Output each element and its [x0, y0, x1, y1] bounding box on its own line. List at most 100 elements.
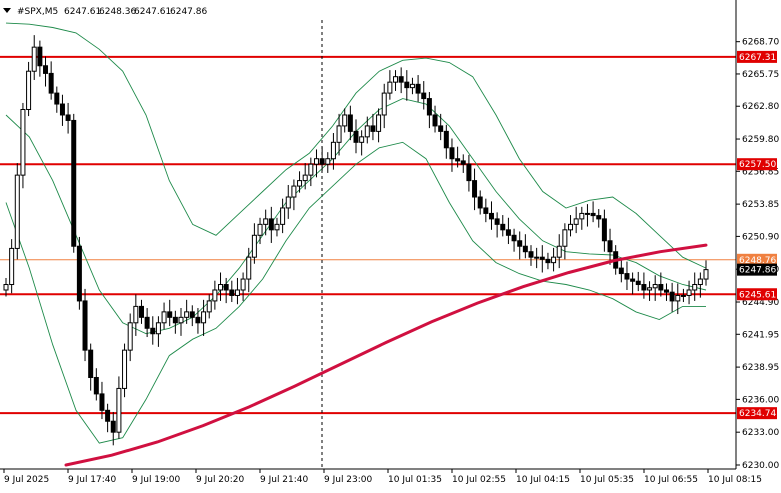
x-tick-label: 9 Jul 17:40	[68, 475, 117, 485]
candle-body	[138, 305, 144, 318]
candle-body	[590, 212, 596, 217]
candle-body	[246, 256, 252, 280]
candle-body	[257, 223, 263, 236]
candle-body	[54, 92, 60, 105]
candle-body	[189, 311, 195, 318]
x-tick-label: 9 Jul 21:40	[260, 475, 309, 485]
candle-body	[9, 247, 15, 286]
candle-body	[663, 289, 669, 293]
candle-body	[404, 81, 410, 89]
candle-body	[675, 294, 681, 302]
candle-body	[184, 311, 190, 318]
candle-body	[218, 284, 224, 291]
candle-body	[376, 114, 382, 132]
candle-body	[697, 278, 703, 286]
candle-body	[195, 316, 201, 324]
candle-body	[488, 212, 494, 220]
candle-body	[596, 215, 602, 220]
ohlc-high: 6248.36	[99, 7, 136, 17]
candle-body	[421, 92, 427, 100]
candle-body	[20, 109, 26, 176]
candle-body	[658, 284, 664, 291]
symbol-label: #SPX,M5	[17, 7, 58, 17]
candle-body	[274, 223, 280, 231]
candle-body	[178, 316, 184, 324]
candle-body	[65, 114, 71, 121]
candle-body	[528, 251, 534, 258]
candle-body	[551, 256, 557, 264]
candle-body	[167, 311, 173, 318]
x-tick-label: 10 Jul 08:15	[708, 475, 762, 485]
candle-body	[545, 258, 551, 264]
candle-body	[37, 46, 43, 67]
bb-lower-line	[5, 141, 706, 444]
candle-body	[291, 185, 297, 198]
candle-body	[517, 240, 523, 247]
candle-body	[703, 269, 709, 280]
symbol-dropdown-icon[interactable]	[3, 8, 11, 13]
y-tick-label: 6268.70	[742, 38, 779, 48]
candle-body	[387, 81, 393, 94]
candle-body	[302, 174, 308, 182]
candle-body	[579, 212, 585, 220]
candle-body	[393, 76, 399, 83]
candle-body	[229, 289, 235, 296]
candle-body	[133, 305, 139, 324]
candle-body	[319, 158, 325, 165]
candle-body	[206, 300, 212, 313]
candle-body	[3, 284, 9, 291]
candle-body	[155, 322, 161, 335]
x-tick-label: 10 Jul 01:35	[388, 475, 442, 485]
ohlc-open: 6247.61	[64, 7, 101, 17]
candle-body	[161, 311, 167, 324]
candle-body	[624, 273, 630, 280]
candle-body	[472, 180, 478, 198]
candle-body	[26, 70, 32, 111]
candle-body	[466, 163, 472, 182]
candle-body	[336, 125, 342, 143]
candle-body	[240, 278, 246, 291]
ema-line	[64, 243, 708, 467]
candle-body	[127, 322, 133, 351]
y-tick-label: 6265.75	[742, 70, 779, 80]
candle-body	[534, 256, 540, 259]
x-tick-label: 10 Jul 05:35	[580, 475, 634, 485]
x-tick-label: 10 Jul 04:15	[516, 475, 570, 485]
candle-body	[223, 284, 229, 291]
level-tag-label: 6245.61	[739, 290, 776, 300]
candle-body	[14, 174, 20, 249]
y-tick-label: 6230.00	[742, 461, 779, 471]
candle-body	[477, 196, 483, 209]
candle-body	[618, 267, 624, 275]
price-chart[interactable]: 6268.70 6265.75 6262.80 6259.80 6256.85 6253.…	[0, 0, 781, 489]
candle-body	[443, 130, 449, 149]
current-price-label: 6247.86	[739, 266, 776, 276]
candle-body	[59, 103, 65, 116]
candle-body	[43, 65, 49, 74]
candle-body	[364, 125, 370, 138]
x-tick-label: 10 Jul 02:55	[452, 475, 506, 485]
candle-body	[483, 207, 489, 214]
level-tag-label: 6234.74	[739, 409, 776, 419]
candle-body	[234, 289, 240, 296]
candle-body	[370, 125, 376, 132]
y-tick-label: 6253.85	[742, 200, 779, 210]
candle-body	[522, 245, 528, 253]
y-tick-label: 6238.95	[742, 363, 779, 373]
candle-body	[539, 256, 545, 260]
y-tick-label: 6259.80	[742, 135, 779, 145]
candle-body	[426, 98, 432, 116]
candle-body	[82, 300, 88, 351]
ohlc-low: 6247.61	[134, 7, 171, 17]
candle-body	[641, 284, 647, 291]
candle-body	[48, 72, 54, 94]
candle-body	[692, 284, 698, 291]
candle-body	[116, 387, 122, 433]
candle-body	[449, 147, 455, 160]
candle-body	[556, 245, 562, 258]
y-tick-label: 6241.95	[742, 330, 779, 340]
candle-body	[122, 349, 128, 389]
candle-body	[511, 234, 517, 242]
candle-body	[601, 218, 607, 242]
candle-body	[415, 83, 421, 94]
